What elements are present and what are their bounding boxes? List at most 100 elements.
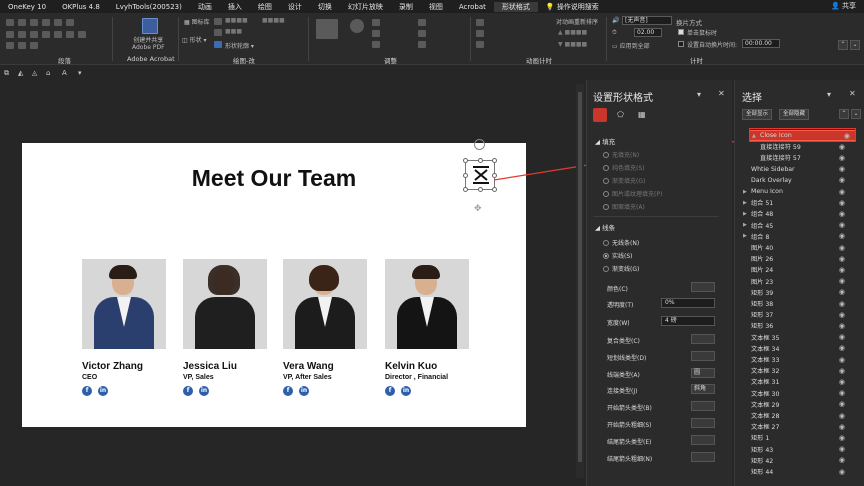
close-icon[interactable]: [472, 165, 490, 185]
selection-item[interactable]: 文本框 34 ◉: [735, 343, 864, 354]
visibility-eye-icon[interactable]: ◉: [839, 412, 845, 420]
tab-acrobat[interactable]: Acrobat: [451, 3, 494, 11]
member-role[interactable]: VP, After Sales: [283, 374, 367, 381]
radio[interactable]: [603, 239, 609, 246]
justify-icon[interactable]: [42, 31, 50, 38]
resize-handle[interactable]: [478, 187, 483, 192]
linkedin-icon[interactable]: in: [98, 386, 108, 396]
radio[interactable]: [603, 203, 609, 210]
selection-item[interactable]: 文本框 30 ◉: [735, 388, 864, 399]
team-member[interactable]: Jessica Liu VP, Sales f in: [183, 259, 267, 396]
visibility-eye-icon[interactable]: ◉: [839, 468, 845, 476]
visibility-eye-icon[interactable]: ◉: [839, 266, 845, 274]
selection-item[interactable]: 矩形 39 ◉: [735, 287, 864, 298]
transparency-input[interactable]: 0%: [661, 298, 715, 308]
member-photo[interactable]: [385, 259, 469, 349]
share-button[interactable]: 👤 共享: [831, 1, 856, 11]
radio[interactable]: [603, 164, 609, 171]
radio[interactable]: [603, 265, 609, 272]
tab-record[interactable]: 录制: [391, 2, 421, 12]
close-pane-icon[interactable]: ✕: [849, 89, 856, 98]
selection-item[interactable]: 直接连接符 57 ◉: [735, 152, 864, 163]
member-photo[interactable]: [82, 259, 166, 349]
more-icon[interactable]: ▾: [78, 69, 85, 77]
expand-icon[interactable]: ▶: [743, 189, 750, 195]
selection-item[interactable]: 文本框 28 ◉: [735, 410, 864, 421]
eyedropper-icon[interactable]: ⌂: [46, 69, 53, 77]
team-member[interactable]: Vera Wang VP, After Sales f in: [283, 259, 367, 396]
format-icon[interactable]: [30, 42, 38, 49]
align-text-icon[interactable]: [6, 42, 14, 49]
tab-lvyhtools[interactable]: LvyhTools(200523): [108, 3, 190, 11]
visibility-eye-icon[interactable]: ◉: [839, 232, 845, 240]
linkedin-icon[interactable]: in: [299, 386, 309, 396]
visibility-eye-icon[interactable]: ◉: [839, 456, 845, 464]
indent-increase-icon[interactable]: [42, 19, 50, 26]
shape-outline-button[interactable]: 形状轮廓 ▾: [225, 41, 254, 50]
selection-item[interactable]: ▶ 组合 45 ◉: [735, 220, 864, 231]
effects-tab-icon[interactable]: ⬠: [617, 110, 624, 119]
visibility-eye-icon[interactable]: ◉: [839, 154, 845, 162]
visibility-eye-icon[interactable]: ◉: [839, 176, 845, 184]
visibility-eye-icon[interactable]: ◉: [839, 445, 845, 453]
compound-type-select[interactable]: [691, 334, 715, 344]
radio[interactable]: [603, 177, 609, 184]
corrections-icon[interactable]: [350, 19, 364, 33]
selection-scrollbar[interactable]: [856, 128, 862, 482]
move-earlier-button[interactable]: ▲ ■■■■: [558, 29, 587, 36]
slide-canvas[interactable]: Meet Our Team Victor Zhang CEO f in Jess…: [22, 143, 526, 427]
selection-icon[interactable]: ⧉: [4, 69, 11, 77]
move-handle[interactable]: ✥: [474, 205, 483, 214]
end-arrow-size-select[interactable]: [691, 452, 715, 462]
bring-forward-icon[interactable]: ⌃: [839, 109, 849, 119]
member-role[interactable]: Director , Financial: [385, 374, 469, 381]
resize-handle[interactable]: [478, 158, 483, 163]
ribbon-scroll-up[interactable]: ⌃: [838, 40, 848, 50]
selection-item[interactable]: ▶ Menu Icon ◉: [735, 186, 864, 197]
visibility-eye-icon[interactable]: ◉: [839, 367, 845, 375]
member-photo[interactable]: [283, 259, 367, 349]
compress-icon[interactable]: [418, 19, 426, 26]
resize-handle[interactable]: [463, 158, 468, 163]
selection-item[interactable]: 矩形 42 ◉: [735, 455, 864, 466]
selection-item[interactable]: Dark Overlay ◉: [735, 175, 864, 186]
send-backward-icon[interactable]: ⌄: [851, 109, 861, 119]
end-arrow-type-select[interactable]: [691, 435, 715, 445]
hide-all-button[interactable]: 全部隐藏: [779, 109, 810, 120]
show-all-button[interactable]: 全部显示: [742, 109, 773, 120]
smartart-icon[interactable]: [78, 31, 86, 38]
selection-item[interactable]: ▶ 组合 8 ◉: [735, 231, 864, 242]
distribute-icon[interactable]: [54, 31, 62, 38]
duration-input[interactable]: 02.00: [634, 28, 662, 37]
member-name[interactable]: Jessica Liu: [183, 361, 267, 372]
selection-item[interactable]: 文本框 31 ◉: [735, 376, 864, 387]
selection-item[interactable]: 文本框 32 ◉: [735, 365, 864, 376]
pane-options-icon[interactable]: ▾: [697, 90, 701, 99]
resize-handle[interactable]: [463, 173, 468, 178]
auto-advance-checkbox[interactable]: [678, 41, 684, 47]
fill-option[interactable]: 图案填充(A): [603, 202, 645, 211]
apply-all-button[interactable]: ▭ 应用到全部: [612, 41, 650, 50]
facebook-icon[interactable]: f: [183, 386, 193, 396]
ribbon-scroll-down[interactable]: ⌄: [850, 40, 860, 50]
visibility-eye-icon[interactable]: ◉: [839, 378, 845, 386]
visibility-eye-icon[interactable]: ◉: [839, 255, 845, 263]
move-later-button[interactable]: ▼ ■■■■: [558, 41, 587, 48]
linkedin-icon[interactable]: in: [199, 386, 209, 396]
paint-icon[interactable]: ◬: [32, 69, 39, 77]
selection-item[interactable]: 矩形 43 ◉: [735, 444, 864, 455]
align-right-icon[interactable]: [30, 31, 38, 38]
visibility-eye-icon[interactable]: ◉: [839, 210, 845, 218]
edit-shape-icon[interactable]: [214, 18, 222, 25]
bullet-list-icon[interactable]: [6, 19, 14, 26]
visibility-eye-icon[interactable]: ◉: [839, 300, 845, 308]
duration-icon[interactable]: [476, 30, 484, 37]
member-name[interactable]: Victor Zhang: [82, 361, 166, 372]
selection-item[interactable]: 矩形 36 ◉: [735, 320, 864, 331]
close-pane-icon[interactable]: ✕: [718, 89, 725, 98]
member-role[interactable]: VP, Sales: [183, 374, 267, 381]
tab-view[interactable]: 视图: [421, 2, 451, 12]
text-direction-icon[interactable]: [66, 31, 74, 38]
facebook-icon[interactable]: f: [385, 386, 395, 396]
visibility-eye-icon[interactable]: ◉: [839, 277, 845, 285]
